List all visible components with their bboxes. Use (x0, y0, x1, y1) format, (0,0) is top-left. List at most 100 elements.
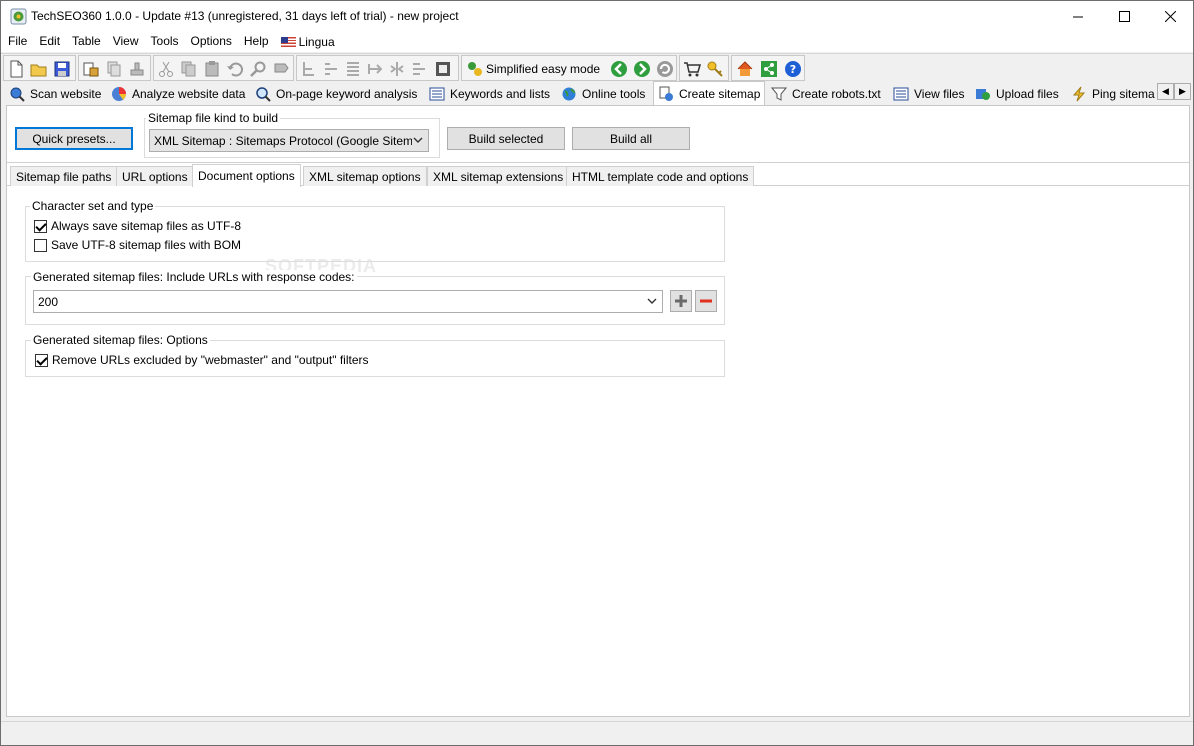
new-file-icon[interactable] (7, 60, 25, 78)
tab-label: On-page keyword analysis (276, 87, 418, 101)
copy-project-icon[interactable] (105, 60, 123, 78)
bom-option[interactable]: Save UTF-8 sitemap files with BOM (34, 238, 241, 252)
menu-edit[interactable]: Edit (33, 32, 66, 52)
tree-select-icon[interactable] (434, 60, 452, 78)
window-title: TechSEO360 1.0.0 - Update #13 (unregiste… (31, 9, 459, 23)
response-codes-value: 200 (38, 294, 59, 309)
list-icon (429, 87, 445, 101)
home-icon[interactable] (736, 60, 754, 78)
key-icon[interactable] (706, 60, 724, 78)
menu-help[interactable]: Help (238, 32, 275, 52)
main-tab-strip: Scan website Analyze website data On-pag… (1, 81, 1193, 106)
menu-lingua[interactable]: Lingua (275, 32, 341, 52)
bom-checkbox[interactable] (34, 238, 47, 252)
subtab-url-options[interactable]: URL options (116, 166, 194, 186)
menu-bar: File Edit Table View Tools Options Help … (1, 32, 1193, 52)
subtab-xml-sitemap-options[interactable]: XML sitemap options (303, 166, 427, 186)
simplified-mode-button[interactable]: Simplified easy mode (486, 62, 600, 76)
stamp-icon[interactable] (128, 60, 146, 78)
utf8-option[interactable]: Always save sitemap files as UTF-8 (34, 219, 241, 233)
remove-response-code-button[interactable] (695, 290, 717, 312)
tab-keywords-lists[interactable]: Keywords and lists (429, 83, 550, 105)
chevron-down-icon (647, 298, 657, 304)
menu-tools[interactable]: Tools (145, 32, 185, 52)
refresh-icon[interactable] (656, 60, 674, 78)
menu-table[interactable]: Table (66, 32, 107, 52)
tab-label: Online tools (582, 87, 646, 101)
build-all-button[interactable]: Build all (572, 127, 690, 150)
paste-icon[interactable] (203, 60, 221, 78)
tab-create-sitemap[interactable]: Create sitemap (653, 81, 766, 106)
remove-urls-label: Remove URLs excluded by "webmaster" and … (52, 353, 369, 367)
tab-ping-sitemap[interactable]: Ping sitema (1071, 83, 1155, 105)
svg-text:?: ? (790, 63, 796, 76)
tab-upload-files[interactable]: Upload files (975, 83, 1059, 105)
sitemap-kind-select[interactable]: XML Sitemap : Sitemaps Protocol (Google … (149, 129, 429, 152)
forward-arrow-icon[interactable] (633, 60, 651, 78)
response-codes-group-label: Generated sitemap files: Include URLs wi… (31, 270, 357, 284)
tab-online-tools[interactable]: Online tools (561, 83, 645, 105)
tree-move-icon[interactable] (366, 60, 384, 78)
close-button[interactable] (1147, 1, 1193, 32)
cut-icon[interactable] (157, 60, 175, 78)
minus-icon (700, 299, 712, 303)
project-icon[interactable] (82, 60, 100, 78)
tab-scan-website[interactable]: Scan website (9, 83, 101, 105)
quick-presets-button[interactable]: Quick presets... (15, 127, 133, 150)
tab-label: Create robots.txt (792, 87, 881, 101)
open-folder-icon[interactable] (30, 60, 48, 78)
save-icon[interactable] (53, 60, 71, 78)
lightning-icon (1072, 86, 1086, 102)
copy-icon[interactable] (180, 60, 198, 78)
tree-list-icon[interactable] (344, 60, 362, 78)
tree-collapse-icon[interactable] (300, 60, 318, 78)
cart-icon[interactable] (683, 60, 701, 78)
utf8-checkbox[interactable] (34, 219, 47, 233)
help-icon[interactable]: ? (784, 60, 802, 78)
app-logo-icon (10, 8, 27, 25)
tab-keyword-analysis[interactable]: On-page keyword analysis (255, 83, 417, 105)
share-icon[interactable] (760, 60, 778, 78)
build-selected-button[interactable]: Build selected (447, 127, 565, 150)
add-response-code-button[interactable] (670, 290, 692, 312)
subtab-xml-sitemap-extensions[interactable]: XML sitemap extensions (427, 166, 570, 186)
toolbar: Simplified easy mode ? (1, 53, 1193, 81)
charset-group-label: Character set and type (30, 199, 156, 213)
remove-urls-option[interactable]: Remove URLs excluded by "webmaster" and … (35, 353, 369, 367)
tab-scroll-left-icon[interactable]: ◀ (1157, 83, 1174, 100)
tab-scroll-right-icon[interactable]: ▶ (1174, 83, 1191, 100)
undo-icon[interactable] (226, 60, 244, 78)
minimize-icon (1072, 16, 1083, 18)
toolbar-buy-group (679, 55, 729, 81)
minimize-button[interactable] (1055, 1, 1101, 32)
tab-label: Upload files (996, 87, 1059, 101)
tree-expand-icon[interactable] (322, 60, 340, 78)
subtab-document-options[interactable]: Document options (192, 164, 301, 187)
tab-analyze-website-data[interactable]: Analyze website data (111, 83, 245, 105)
menu-view[interactable]: View (107, 32, 145, 52)
tree-indent-icon[interactable] (388, 60, 406, 78)
tab-create-robots[interactable]: Create robots.txt (771, 83, 881, 105)
pie-chart-icon (112, 87, 126, 101)
tab-view-files[interactable]: View files (893, 83, 964, 105)
bom-label: Save UTF-8 sitemap files with BOM (51, 238, 242, 252)
back-arrow-icon[interactable] (610, 60, 628, 78)
response-codes-select[interactable]: 200 (33, 290, 663, 313)
menu-file[interactable]: File (2, 32, 33, 52)
maximize-button[interactable] (1101, 1, 1147, 32)
toolbar-web-group: ? (731, 55, 805, 81)
menu-options[interactable]: Options (185, 32, 238, 52)
tab-scroll-arrows: ◀ ▶ (1157, 83, 1191, 100)
title-bar: TechSEO360 1.0.0 - Update #13 (unregiste… (1, 1, 1193, 32)
tree-outdent-icon[interactable] (410, 60, 428, 78)
replace-icon[interactable] (272, 60, 290, 78)
remove-urls-checkbox[interactable] (35, 353, 48, 367)
upload-globe-icon (976, 89, 990, 100)
sitemap-kind-group-label: Sitemap file kind to build (146, 111, 281, 125)
find-icon[interactable] (249, 60, 267, 78)
subtab-html-template[interactable]: HTML template code and options (566, 166, 755, 186)
chevron-down-icon (413, 137, 423, 143)
list-icon (893, 87, 909, 101)
subtab-sitemap-file-paths[interactable]: Sitemap file paths (10, 166, 118, 186)
create-sitemap-panel: Quick presets... Sitemap file kind to bu… (6, 105, 1190, 717)
